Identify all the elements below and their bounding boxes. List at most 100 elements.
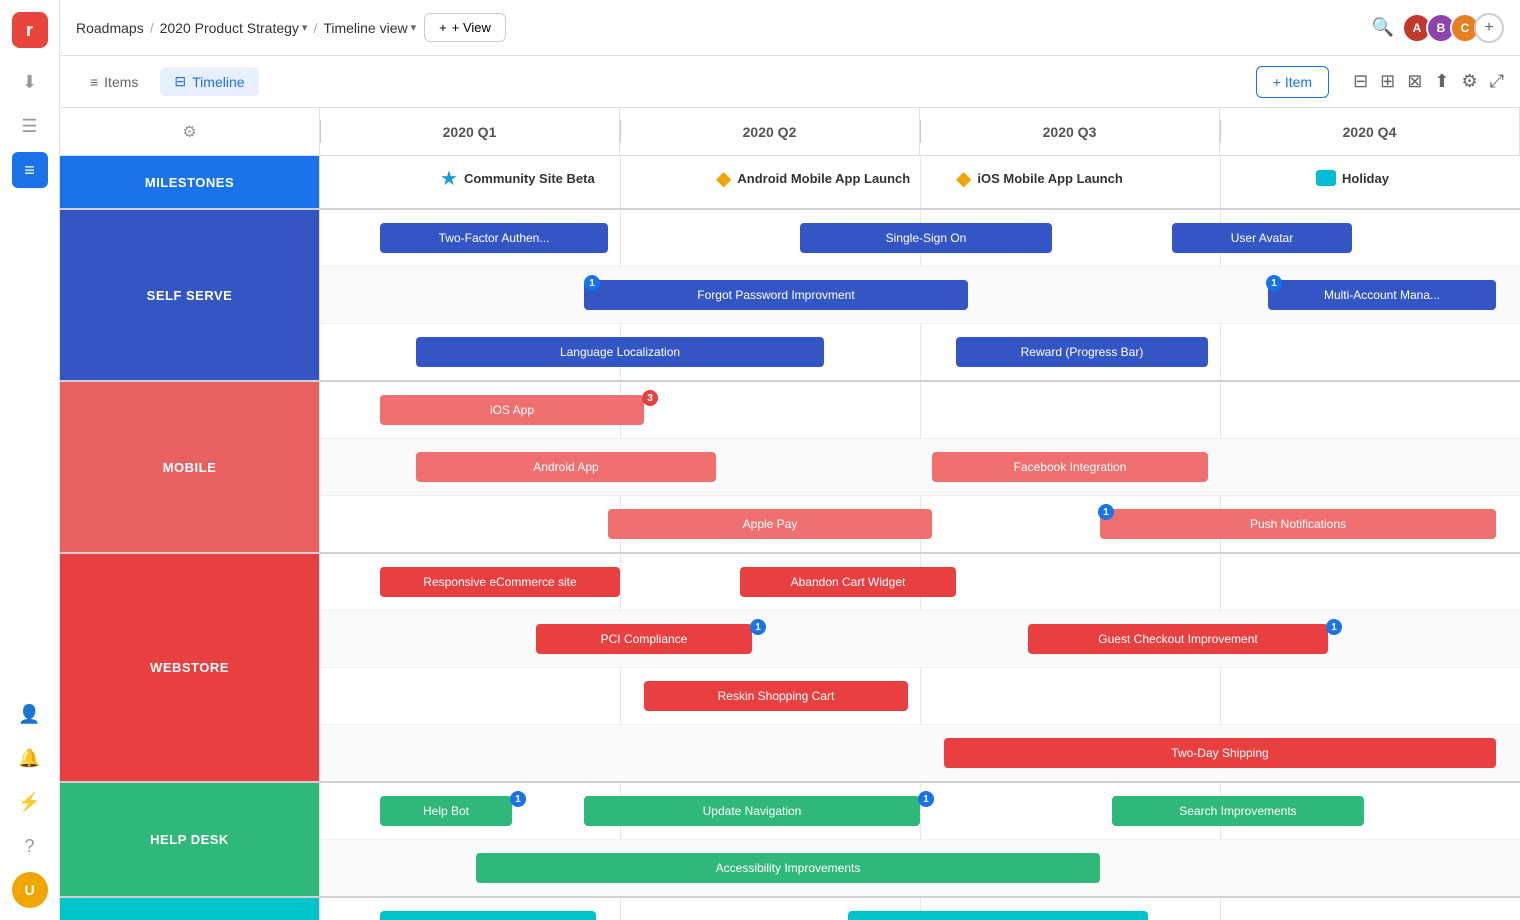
- timeline-inner: ⚙ 2020 Q1 2020 Q2 2020 Q3 2020 Q4 MILEST…: [60, 108, 1520, 920]
- quarter-q2: 2020 Q2: [620, 108, 920, 155]
- infrastructure-group: INFRASTRUCTURE Database Improvem... Libr…: [60, 898, 1520, 920]
- columns-icon[interactable]: ⊠: [1407, 71, 1422, 92]
- quarter-header: ⚙ 2020 Q1 2020 Q2 2020 Q3 2020 Q4: [60, 108, 1520, 156]
- bar-responsive-ecommerce[interactable]: Responsive eCommerce site: [380, 567, 620, 597]
- sidebar-icon-download[interactable]: ⬇: [12, 64, 48, 100]
- bar-pci[interactable]: PCI Compliance: [536, 624, 752, 654]
- bar-forgot-password[interactable]: Forgot Password Improvment: [584, 280, 968, 310]
- bar-ios-app[interactable]: iOS App: [380, 395, 644, 425]
- mobile-row-3: Apple Pay Push Notifications 1: [320, 496, 1520, 552]
- mobile-label: MOBILE: [60, 382, 320, 552]
- bar-search-improvements[interactable]: Search Improvements: [1112, 796, 1364, 826]
- breadcrumb: Roadmaps / 2020 Product Strategy ▾ / Tim…: [76, 20, 416, 36]
- sidebar: r ⬇ ☰ ≡ 👤 🔔 ⚡ ? U: [0, 0, 60, 920]
- add-item-button[interactable]: + Item: [1256, 66, 1329, 98]
- header-bar: Roadmaps / 2020 Product Strategy ▾ / Tim…: [60, 0, 1520, 56]
- milestone-holiday: Holiday: [1316, 170, 1389, 186]
- mobile-row-1: iOS App 3: [320, 382, 1520, 439]
- mobile-group: MOBILE iOS App 3 Android App Facebook: [60, 382, 1520, 554]
- self-serve-row-2: Forgot Password Improvment 1 Multi-Accou…: [320, 267, 1520, 324]
- bar-update-nav[interactable]: Update Navigation: [584, 796, 920, 826]
- breadcrumb-roadmaps[interactable]: Roadmaps: [76, 20, 144, 36]
- self-serve-row-1: Two-Factor Authen... Single-Sign On User…: [320, 210, 1520, 267]
- avatar-group: A B C +: [1402, 13, 1504, 43]
- search-icon[interactable]: 🔍: [1372, 17, 1394, 38]
- row-settings-icon[interactable]: ⚙: [182, 122, 196, 142]
- helpdesk-group: HELP DESK Help Bot 1 Update Navigation 1…: [60, 783, 1520, 898]
- sidebar-icon-filter[interactable]: ≡: [12, 152, 48, 188]
- infra-rows: Database Improvem... Library Upgrades Up…: [320, 898, 1520, 920]
- row-label-header: ⚙: [60, 108, 320, 155]
- bar-reward[interactable]: Reward (Progress Bar): [956, 337, 1208, 367]
- bar-database-improve[interactable]: Database Improvem...: [380, 911, 596, 920]
- tab-items-label: Items: [104, 74, 138, 90]
- quarter-q1: 2020 Q1: [320, 108, 620, 155]
- bar-android-app[interactable]: Android App: [416, 452, 716, 482]
- badge-multi-account: 1: [1266, 275, 1282, 291]
- quarter-q4: 2020 Q4: [1220, 108, 1520, 155]
- bar-facebook[interactable]: Facebook Integration: [932, 452, 1208, 482]
- timeline-container[interactable]: ⚙ 2020 Q1 2020 Q2 2020 Q3 2020 Q4 MILEST…: [60, 108, 1520, 920]
- bar-abandon-cart[interactable]: Abandon Cart Widget: [740, 567, 956, 597]
- self-serve-rows: Two-Factor Authen... Single-Sign On User…: [320, 210, 1520, 380]
- bar-accessibility[interactable]: Accessibility Improvements: [476, 853, 1100, 883]
- badge-pci: 1: [750, 619, 766, 635]
- bar-reskin[interactable]: Reskin Shopping Cart: [644, 681, 908, 711]
- sidebar-icon-question[interactable]: ?: [12, 828, 48, 864]
- bar-apple-pay[interactable]: Apple Pay: [608, 509, 932, 539]
- sidebar-icon-bell[interactable]: 🔔: [12, 740, 48, 776]
- bar-guest-checkout[interactable]: Guest Checkout Improvement: [1028, 624, 1328, 654]
- bar-single-sign-on[interactable]: Single-Sign On: [800, 223, 1052, 253]
- bar-library-upgrades[interactable]: Library Upgrades: [848, 911, 1148, 920]
- bar-multi-account[interactable]: Multi-Account Mana...: [1268, 280, 1496, 310]
- badge-help-bot: 1: [510, 791, 526, 807]
- filter-icon[interactable]: ⊟: [1353, 71, 1368, 92]
- bar-push-notifications[interactable]: Push Notifications: [1100, 509, 1496, 539]
- breadcrumb-sep-1: /: [150, 20, 154, 36]
- milestone-ios-launch: ◆ iOS Mobile App Launch: [956, 166, 1123, 191]
- quarters-row: 2020 Q1 2020 Q2 2020 Q3 2020 Q4: [320, 108, 1520, 155]
- sidebar-user-avatar[interactable]: U: [12, 872, 48, 908]
- bar-two-factor[interactable]: Two-Factor Authen...: [380, 223, 608, 253]
- breadcrumb-view[interactable]: Timeline view ▾: [323, 20, 416, 36]
- breadcrumb-sep-2: /: [313, 20, 317, 36]
- webstore-row-1: Responsive eCommerce site Abandon Cart W…: [320, 554, 1520, 611]
- breadcrumb-strategy[interactable]: 2020 Product Strategy ▾: [160, 20, 308, 36]
- bar-language-loc[interactable]: Language Localization: [416, 337, 824, 367]
- badge-guest-checkout: 1: [1326, 619, 1342, 635]
- sidebar-icon-person[interactable]: 👤: [12, 696, 48, 732]
- add-view-button[interactable]: + + View: [424, 13, 506, 42]
- sidebar-icon-list[interactable]: ☰: [12, 108, 48, 144]
- milestone-community-site-beta: ★ Community Site Beta: [440, 166, 595, 191]
- chevron-down-icon: ▾: [302, 21, 308, 34]
- badge-forgot-password: 1: [584, 275, 600, 291]
- tab-timeline[interactable]: ⊟ Timeline: [160, 67, 258, 96]
- mobile-rows: iOS App 3 Android App Facebook Integrati…: [320, 382, 1520, 552]
- fullscreen-icon[interactable]: ⤢: [1490, 71, 1504, 92]
- milestone-android-launch: ◆ Android Mobile App Launch: [716, 166, 910, 191]
- add-member-button[interactable]: +: [1474, 13, 1504, 43]
- group-icon[interactable]: ⊞: [1380, 71, 1395, 92]
- settings-icon[interactable]: ⚙: [1461, 71, 1477, 92]
- sidebar-icon-lightning[interactable]: ⚡: [12, 784, 48, 820]
- webstore-group: WEBSTORE Responsive eCommerce site Aband…: [60, 554, 1520, 783]
- helpdesk-label: HELP DESK: [60, 783, 320, 896]
- badge-ios-app: 3: [642, 390, 658, 406]
- mobile-row-2: Android App Facebook Integration: [320, 439, 1520, 496]
- self-serve-row-3: Language Localization Reward (Progress B…: [320, 324, 1520, 380]
- milestones-group: MILESTONES ★ Community Site Beta ◆: [60, 156, 1520, 210]
- main-content: Roadmaps / 2020 Product Strategy ▾ / Tim…: [60, 0, 1520, 920]
- add-item-label: + Item: [1273, 74, 1312, 90]
- plus-icon: +: [439, 20, 447, 35]
- milestones-row-content: ★ Community Site Beta ◆ Android Mobile A…: [320, 156, 1520, 208]
- tab-items[interactable]: ≡ Items: [76, 68, 152, 96]
- webstore-row-3: Reskin Shopping Cart: [320, 668, 1520, 725]
- app-logo[interactable]: r: [12, 12, 48, 48]
- timeline-icon: ⊟: [174, 73, 186, 90]
- webstore-rows: Responsive eCommerce site Abandon Cart W…: [320, 554, 1520, 781]
- export-icon[interactable]: ⬆: [1434, 71, 1449, 92]
- helpdesk-row-1: Help Bot 1 Update Navigation 1 Search Im…: [320, 783, 1520, 840]
- bar-two-day-shipping[interactable]: Two-Day Shipping: [944, 738, 1496, 768]
- bar-user-avatar[interactable]: User Avatar: [1172, 223, 1352, 253]
- bar-help-bot[interactable]: Help Bot: [380, 796, 512, 826]
